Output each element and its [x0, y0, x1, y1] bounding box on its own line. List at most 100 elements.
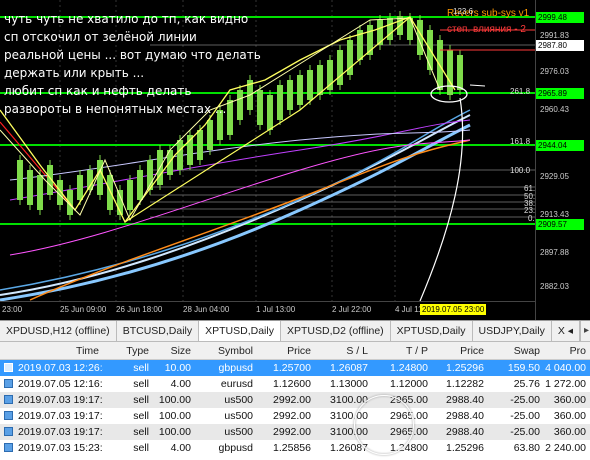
time-crosshair-label: 2019.07.05 23:00 — [420, 304, 487, 315]
column-header[interactable]: Time — [18, 342, 103, 359]
cell-price: 2992.00 — [273, 410, 311, 422]
table-row[interactable]: 2019.07.03 12:26:45 sell 10.00 gbpusd 1.2570… — [0, 360, 590, 376]
indicator-subtitle: степ. влияния - 2 — [447, 24, 526, 35]
cell-symbol: gbpusd — [218, 362, 253, 374]
trade-table: Time Type Size Symbol Price S / L T / P … — [0, 342, 590, 460]
price-label: 2976.03 — [540, 67, 569, 76]
cell-cur: 2988.40 — [446, 410, 484, 422]
cell-type: sell — [133, 362, 149, 374]
candle-body — [387, 18, 393, 40]
tab-chart[interactable]: XPDUSD,H12 (offline) — [0, 321, 117, 341]
sell-order-icon — [4, 395, 13, 404]
candle-body — [297, 75, 303, 105]
order-icon — [0, 360, 18, 376]
table-row[interactable]: 2019.07.03 19:17:11 sell 100.00 us500 2992.0… — [0, 408, 590, 424]
cell-size: 4.00 — [170, 378, 191, 390]
cell-size: 100.00 — [158, 410, 191, 422]
cell-swap: 63.80 — [513, 442, 540, 454]
cell-cur: 2988.40 — [446, 394, 484, 406]
tab-chart[interactable]: XPTUSD,D2 (offline) — [281, 321, 391, 341]
cell-symbol: us500 — [224, 410, 253, 422]
time-axis[interactable]: 23:00 25 Jun 09:00 26 Jun 18:00 28 Jun 0… — [0, 301, 535, 320]
cell-price: 2992.00 — [273, 394, 311, 406]
table-row[interactable]: 2019.07.03 15:23:50 sell 4.00 gbpusd 1.25856… — [0, 440, 590, 456]
comment-line: сп отскочил от зелёной линии — [4, 30, 197, 44]
tab-chart[interactable]: XPTUSD,Daily — [199, 321, 281, 341]
cell-price: 2992.00 — [273, 426, 311, 438]
time-label: 25 Jun 09:00 — [60, 305, 107, 314]
order-icon — [0, 440, 18, 456]
cell-symbol: gbpusd — [218, 442, 253, 454]
price-chart[interactable]: чуть чуть не хватило до тп, как видно сп… — [0, 0, 590, 320]
chart-comment: чуть чуть не хватило до тп, как видно сп… — [4, 10, 261, 118]
cell-profit: 360.00 — [553, 426, 586, 438]
column-header[interactable]: Price — [257, 342, 315, 359]
cell-time: 2019.07.03 12:26:45 — [18, 362, 103, 374]
cell-symbol: us500 — [224, 394, 253, 406]
candle-body — [327, 60, 333, 90]
table-row[interactable]: 2019.07.03 19:17:11 sell 100.00 us500 2992.0… — [0, 424, 590, 440]
tab-chart[interactable]: BTCUSD,Daily — [117, 321, 200, 341]
cell-price: 1.25856 — [273, 442, 311, 454]
candle-body — [277, 85, 283, 120]
cell-sl: 1.26087 — [330, 362, 368, 374]
fib-label: 123.6 — [453, 7, 474, 16]
tab-chart[interactable]: USDJPY,Daily — [473, 321, 552, 341]
cell-cur: 2988.40 — [446, 426, 484, 438]
time-label: 28 Jun 04:00 — [183, 305, 230, 314]
column-header[interactable]: S / L — [315, 342, 372, 359]
column-header[interactable]: Symbol — [195, 342, 257, 359]
tab-scroll-right-icon[interactable]: ▸ — [580, 321, 590, 341]
table-body: 2019.07.03 12:26:45 sell 10.00 gbpusd 1.2570… — [0, 360, 590, 456]
column-header[interactable]: Size — [153, 342, 195, 359]
price-axis[interactable]: 2999.48 2991.83 2987.80 2976.03 2965.89 … — [535, 0, 590, 320]
tab-chart[interactable]: X ◂ — [552, 321, 581, 341]
table-row[interactable]: 2019.07.03 19:17:11 sell 100.00 us500 2992.0… — [0, 392, 590, 408]
order-icon — [0, 424, 18, 440]
candle-body — [27, 170, 33, 205]
column-header[interactable]: T / P — [372, 342, 432, 359]
order-icon — [0, 376, 18, 392]
cell-time: 2019.07.05 12:16:06 — [18, 378, 103, 390]
tp-annotation-circle — [354, 395, 414, 455]
candle-body — [207, 120, 213, 150]
candle-body — [317, 65, 323, 95]
cell-type: sell — [133, 378, 149, 390]
table-header: Time Type Size Symbol Price S / L T / P … — [0, 342, 590, 360]
order-icon — [0, 408, 18, 424]
annotation-arrow — [419, 97, 464, 301]
column-header[interactable]: Type — [103, 342, 153, 359]
cell-type: sell — [133, 394, 149, 406]
cell-swap: -25.00 — [510, 426, 540, 438]
candle-body — [307, 70, 313, 100]
price-label: 2882.03 — [540, 282, 569, 291]
fib-label: 261.8 — [510, 87, 531, 96]
time-label: 1 Jul 13:00 — [256, 305, 296, 314]
price-badge: 2999.48 — [536, 12, 584, 23]
price-badge: 2909.57 — [536, 219, 584, 230]
comment-line: развороты в непонятных местах ... — [4, 102, 227, 116]
column-header[interactable]: Pro — [544, 342, 590, 359]
cell-symbol: eurusd — [220, 378, 253, 390]
cell-tp: 1.12000 — [390, 378, 428, 390]
cell-time: 2019.07.03 19:17:11 — [18, 394, 103, 406]
cell-swap: -25.00 — [510, 410, 540, 422]
cell-size: 100.00 — [158, 394, 191, 406]
cell-profit: 1 272.00 — [545, 378, 586, 390]
cell-type: sell — [133, 426, 149, 438]
cell-swap: 25.76 — [513, 378, 540, 390]
fib-label: 161.8 — [510, 137, 531, 146]
candle-body — [37, 175, 43, 210]
column-header[interactable]: Price — [432, 342, 488, 359]
cell-type: sell — [133, 442, 149, 454]
column-header[interactable] — [0, 342, 18, 359]
column-header[interactable]: Swap — [488, 342, 544, 359]
time-label: 23:00 — [2, 305, 23, 314]
table-row[interactable]: 2019.07.05 12:16:06 sell 4.00 eurusd 1.12600… — [0, 376, 590, 392]
cell-profit: 4 040.00 — [545, 362, 586, 374]
time-label: 26 Jun 18:00 — [116, 305, 163, 314]
comment-line: держать или крыть ... — [4, 66, 145, 80]
cell-cur: 1.12282 — [446, 378, 484, 390]
tab-chart[interactable]: XPTUSD,Daily — [391, 321, 473, 341]
cell-sl: 1.13000 — [330, 378, 368, 390]
